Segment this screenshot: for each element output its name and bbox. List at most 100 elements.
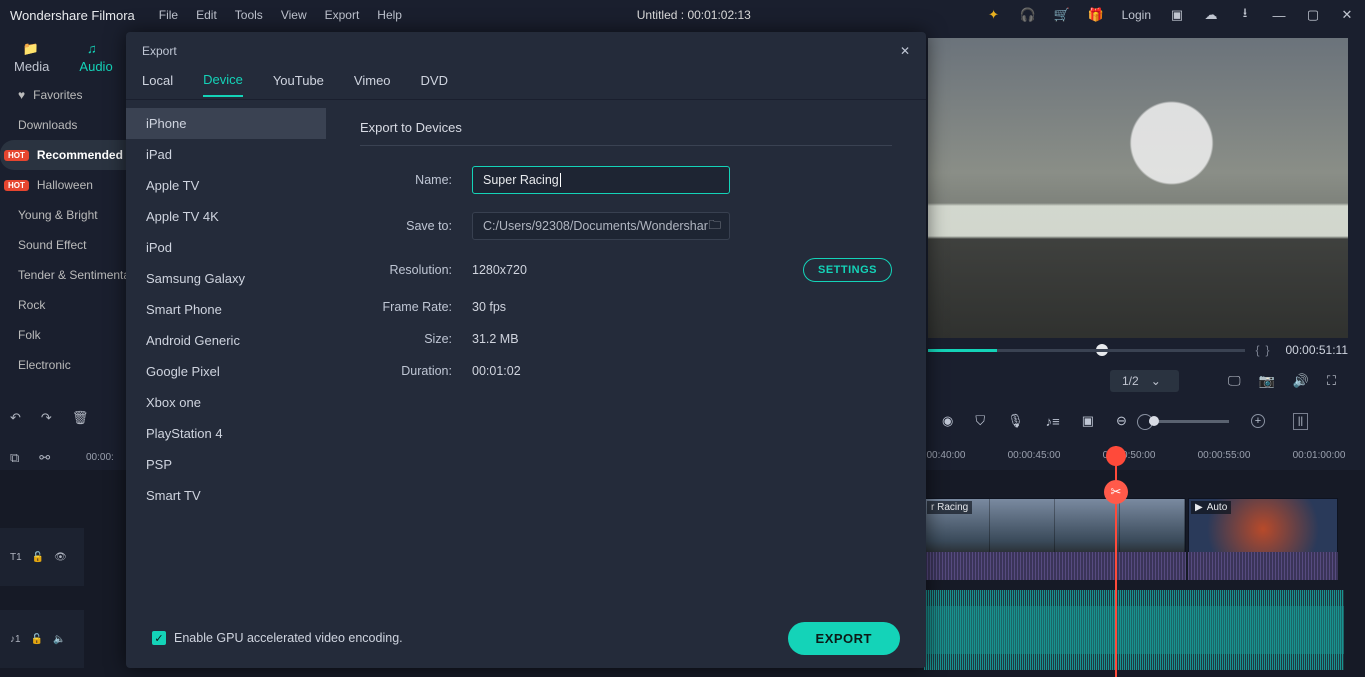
settings-button[interactable]: SETTINGS bbox=[803, 258, 892, 282]
menu-export[interactable]: Export bbox=[325, 8, 360, 22]
eye-icon[interactable]: 👁 bbox=[54, 552, 67, 563]
volume-icon[interactable]: 🔊 bbox=[1293, 373, 1309, 389]
cart-icon[interactable]: 🛒 bbox=[1054, 7, 1070, 23]
snapshot-icon[interactable]: 📷 bbox=[1259, 373, 1275, 389]
sidebar-item-folk[interactable]: Folk bbox=[0, 320, 126, 350]
device-appletv[interactable]: Apple TV bbox=[126, 170, 326, 201]
preview-controls: 1/2⌄ 🖵 📷 🔊 ⛶ bbox=[928, 366, 1348, 396]
export-tab-device[interactable]: Device bbox=[203, 72, 243, 97]
menu-help[interactable]: Help bbox=[377, 8, 402, 22]
fullscreen-icon[interactable]: ⛶ bbox=[1327, 373, 1336, 389]
crop-icon[interactable]: ▣ bbox=[1082, 413, 1094, 429]
device-list: iPhone iPad Apple TV Apple TV 4K iPod Sa… bbox=[126, 100, 326, 608]
fit-icon[interactable]: || bbox=[1293, 413, 1308, 430]
menu-view[interactable]: View bbox=[281, 8, 307, 22]
device-xbox[interactable]: Xbox one bbox=[126, 387, 326, 418]
sidebar-item-rock[interactable]: Rock bbox=[0, 290, 126, 320]
saveto-field[interactable]: C:/Users/92308/Documents/Wondershar🗀 bbox=[472, 212, 730, 240]
redo-icon[interactable]: ↷ bbox=[41, 410, 52, 426]
close-icon[interactable]: ✕ bbox=[1339, 7, 1355, 23]
playhead[interactable]: ✂ bbox=[1115, 446, 1117, 677]
tab-media[interactable]: 📁 Media bbox=[14, 41, 49, 74]
export-tab-local[interactable]: Local bbox=[142, 73, 173, 96]
undo-icon[interactable]: ↶ bbox=[10, 410, 21, 426]
dialog-title: Export bbox=[142, 44, 177, 58]
sidebar-item-sfx[interactable]: Sound Effect bbox=[0, 230, 126, 260]
mute-icon[interactable]: 🔈 bbox=[53, 634, 65, 645]
zoom-thumb[interactable] bbox=[1149, 416, 1159, 426]
device-smartphone[interactable]: Smart Phone bbox=[126, 294, 326, 325]
device-ipad[interactable]: iPad bbox=[126, 139, 326, 170]
music-waveform[interactable] bbox=[924, 590, 1344, 670]
device-smarttv[interactable]: Smart TV bbox=[126, 480, 326, 511]
preview-scrubber[interactable]: { } 00:00:51:11 bbox=[928, 340, 1348, 360]
export-button[interactable]: EXPORT bbox=[788, 622, 900, 655]
track-head-video: T1 🔓 👁 bbox=[0, 528, 84, 586]
gpu-checkbox[interactable]: ✓ Enable GPU accelerated video encoding. bbox=[152, 631, 403, 645]
audio-linked-1[interactable] bbox=[924, 552, 1186, 580]
mic-icon[interactable]: 🎙 bbox=[1007, 413, 1024, 429]
sidebar-item-recommended[interactable]: HOTRecommended bbox=[0, 140, 126, 170]
sidebar-item-electronic[interactable]: Electronic bbox=[0, 350, 126, 380]
headphones-icon[interactable]: 🎧 bbox=[1020, 7, 1036, 23]
music-adjust-icon[interactable]: ♪≡ bbox=[1046, 414, 1060, 429]
export-tab-youtube[interactable]: YouTube bbox=[273, 73, 324, 96]
device-ipod[interactable]: iPod bbox=[126, 232, 326, 263]
zoom-ratio-select[interactable]: 1/2⌄ bbox=[1110, 370, 1179, 392]
cloud-icon[interactable]: ☁ bbox=[1203, 7, 1219, 23]
chevron-down-icon: ⌄ bbox=[1151, 374, 1161, 388]
zoom-out-icon[interactable]: ⊖ bbox=[1116, 413, 1127, 429]
device-psp[interactable]: PSP bbox=[126, 449, 326, 480]
save-icon[interactable]: ▣ bbox=[1169, 7, 1185, 23]
display-icon[interactable]: 🖵 bbox=[1228, 373, 1241, 389]
export-tab-dvd[interactable]: DVD bbox=[421, 73, 448, 96]
color-icon[interactable]: ◉ bbox=[942, 413, 953, 429]
shield-icon[interactable]: ⛉ bbox=[975, 413, 985, 429]
copy-icon[interactable]: ⧉ bbox=[10, 450, 19, 466]
tab-audio[interactable]: ♫ Audio bbox=[79, 41, 112, 74]
sidebar-item-downloads[interactable]: Downloads bbox=[0, 110, 126, 140]
sidebar-item-halloween[interactable]: HOTHalloween bbox=[0, 170, 126, 200]
zoom-in-icon[interactable]: + bbox=[1251, 414, 1265, 428]
menu-file[interactable]: File bbox=[159, 8, 178, 22]
audio-linked-2[interactable] bbox=[1188, 552, 1338, 580]
lock-icon[interactable]: 🔓 bbox=[31, 634, 43, 645]
scissors-icon[interactable]: ✂ bbox=[1104, 480, 1128, 504]
device-android[interactable]: Android Generic bbox=[126, 325, 326, 356]
gift-icon[interactable]: 🎁 bbox=[1088, 7, 1104, 23]
folder-icon[interactable]: 🗀 bbox=[708, 216, 721, 237]
device-pixel[interactable]: Google Pixel bbox=[126, 356, 326, 387]
idea-icon[interactable]: ✦ bbox=[986, 7, 1002, 23]
heart-icon: ♥ bbox=[18, 88, 25, 102]
sidebar-item-young[interactable]: Young & Bright bbox=[0, 200, 126, 230]
maximize-icon[interactable]: ▢ bbox=[1305, 7, 1321, 23]
dialog-close-icon[interactable]: ✕ bbox=[900, 44, 910, 58]
device-ps4[interactable]: PlayStation 4 bbox=[126, 418, 326, 449]
login-link[interactable]: Login bbox=[1122, 8, 1151, 22]
resolution-label: Resolution: bbox=[360, 263, 452, 277]
name-input[interactable]: Super Racing bbox=[472, 166, 730, 194]
minimize-icon[interactable]: — bbox=[1271, 7, 1287, 23]
menu-edit[interactable]: Edit bbox=[196, 8, 217, 22]
device-samsung[interactable]: Samsung Galaxy bbox=[126, 263, 326, 294]
export-tab-vimeo[interactable]: Vimeo bbox=[354, 73, 391, 96]
menu-tools[interactable]: Tools bbox=[235, 8, 263, 22]
mark-in-icon[interactable]: { bbox=[1255, 343, 1259, 357]
mark-out-icon[interactable]: } bbox=[1265, 343, 1269, 357]
download-icon[interactable]: ⭳ bbox=[1237, 7, 1253, 23]
preview-timecode: 00:00:51:11 bbox=[1285, 343, 1348, 357]
device-appletv4k[interactable]: Apple TV 4K bbox=[126, 201, 326, 232]
sidebar-item-tender[interactable]: Tender & Sentimental bbox=[0, 260, 126, 290]
trash-icon[interactable]: 🗑 bbox=[72, 410, 89, 426]
lock-icon[interactable]: 🔓 bbox=[32, 552, 44, 563]
zoom-slider[interactable] bbox=[1149, 420, 1229, 423]
clip-auto[interactable]: ▶Auto bbox=[1188, 498, 1338, 560]
link-icon[interactable]: ⚯ bbox=[39, 450, 50, 466]
scrubber-thumb[interactable] bbox=[1096, 344, 1108, 356]
device-iphone[interactable]: iPhone bbox=[126, 108, 326, 139]
scrubber-track[interactable] bbox=[928, 349, 1245, 352]
sidebar-item-favorites[interactable]: ♥Favorites bbox=[0, 80, 126, 110]
clip-label: r Racing bbox=[927, 501, 972, 514]
name-label: Name: bbox=[360, 173, 452, 187]
clip-super-racing[interactable]: r Racing bbox=[924, 498, 1186, 560]
